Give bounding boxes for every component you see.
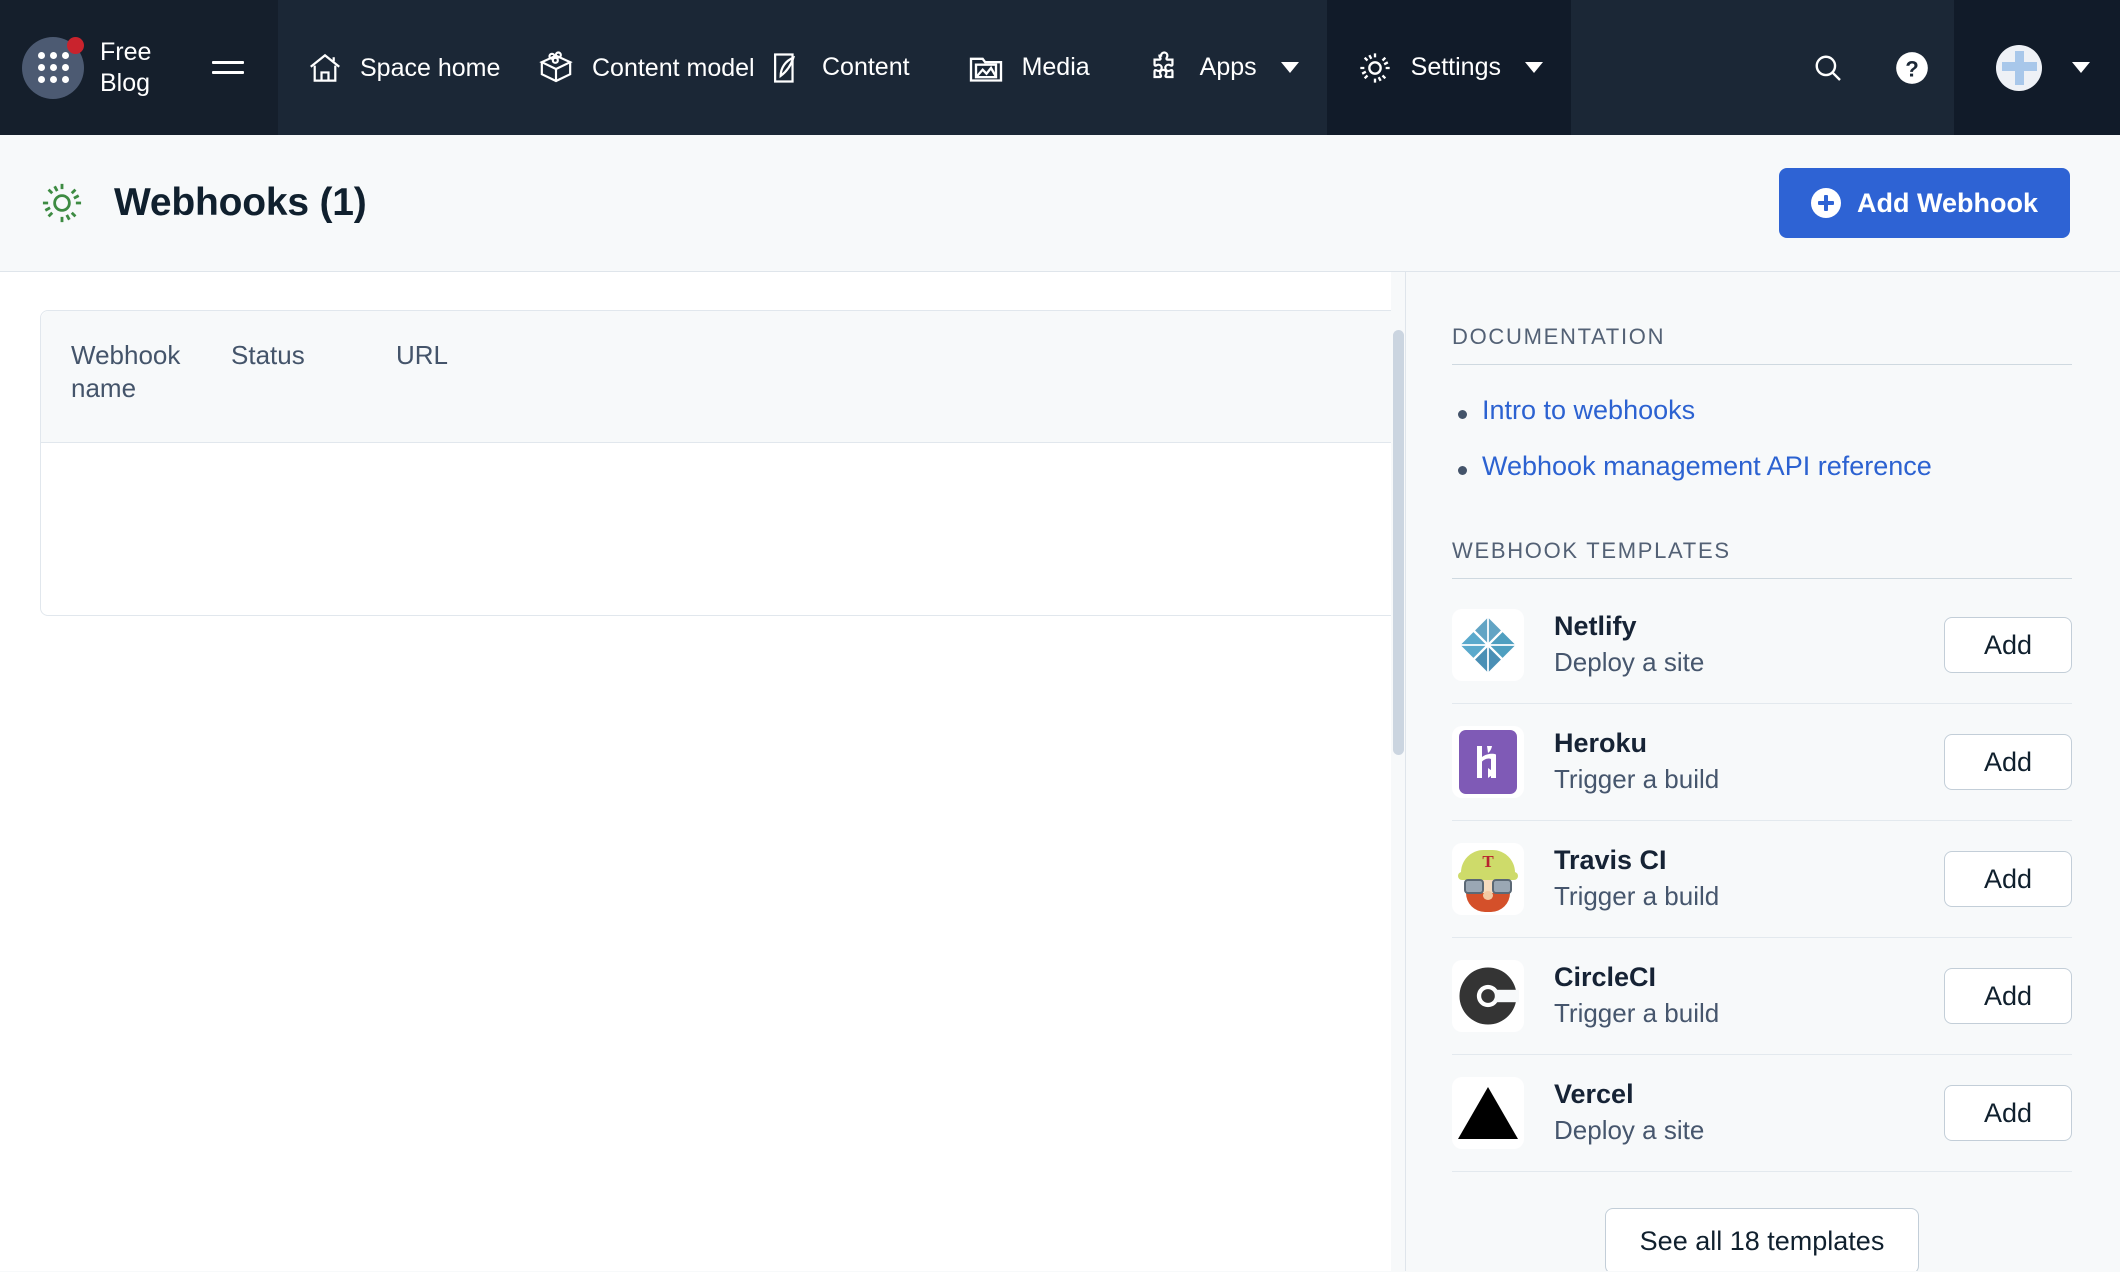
page-title: Webhooks (1): [114, 181, 367, 224]
webhook-templates-heading: WEBHOOK TEMPLATES: [1452, 538, 2072, 579]
nav-label: Media: [1021, 53, 1090, 81]
template-text: Vercel Deploy a site: [1554, 1078, 1944, 1148]
template-name: Netlify: [1554, 611, 1637, 642]
add-template-vercel-button[interactable]: Add: [1944, 1085, 2072, 1141]
template-name: CircleCI: [1554, 962, 1657, 993]
nav-label: Settings: [1410, 53, 1501, 81]
template-text: Netlify Deploy a site: [1554, 610, 1944, 680]
page-header: Webhooks (1) Add Webhook: [0, 135, 2120, 272]
nav-item-apps[interactable]: Apps: [1118, 0, 1327, 135]
nav-item-content[interactable]: Content: [740, 0, 938, 135]
list-item: Intro to webhooks: [1458, 395, 2072, 426]
template-row-circleci: CircleCI Trigger a build Add: [1452, 938, 2072, 1055]
right-sidebar: DOCUMENTATION Intro to webhooks Webhook …: [1405, 272, 2120, 1271]
netlify-logo: [1452, 609, 1524, 681]
list-item: Webhook management API reference: [1458, 451, 2072, 482]
main-scrollbar-track[interactable]: [1391, 272, 1405, 1271]
help-question-icon[interactable]: ?: [1870, 0, 1954, 135]
main-scrollbar-thumb[interactable]: [1393, 330, 1404, 755]
heroku-logo: [1452, 726, 1524, 798]
grid-apps-icon: [37, 52, 69, 83]
webhook-templates-list: Netlify Deploy a site Add Heroku Trigger…: [1452, 587, 2072, 1172]
template-desc: Trigger a build: [1554, 997, 1720, 1028]
content-model-icon: [536, 48, 576, 88]
template-desc: Deploy a site: [1554, 646, 1705, 677]
body-split: Webhook name Status URL DOCUMENTATION In…: [0, 272, 2120, 1271]
plus-circle-icon: [1811, 188, 1842, 218]
nav-label: Apps: [1199, 53, 1257, 81]
app-switcher-button[interactable]: [22, 36, 84, 99]
gear-icon: [1355, 48, 1395, 88]
add-template-circleci-button[interactable]: Add: [1944, 968, 2072, 1024]
template-name: Travis CI: [1554, 845, 1667, 876]
add-template-netlify-button[interactable]: Add: [1944, 617, 2072, 673]
see-all-templates-wrap: See all 18 templates: [1452, 1208, 2072, 1271]
svg-text:?: ?: [1905, 56, 1919, 81]
user-avatar[interactable]: [1996, 44, 2042, 91]
template-desc: Trigger a build: [1554, 880, 1720, 911]
doc-link-intro-to-webhooks[interactable]: Intro to webhooks: [1482, 395, 1695, 425]
nav-label: Content model: [592, 53, 755, 82]
template-row-netlify: Netlify Deploy a site Add: [1452, 587, 2072, 704]
space-switcher-zone: Free Blog: [0, 0, 278, 135]
notification-badge: [67, 36, 84, 54]
media-image-icon: [966, 48, 1006, 88]
column-header-url: URL: [396, 340, 449, 370]
nav-label: Content: [822, 53, 910, 81]
nav-items: Space home Content model Content Media A…: [278, 0, 1786, 135]
template-row-heroku: Heroku Trigger a build Add: [1452, 704, 2072, 821]
table-header-row: Webhook name Status URL: [41, 311, 1405, 443]
search-icon[interactable]: [1786, 0, 1870, 135]
add-webhook-button[interactable]: Add Webhook: [1779, 168, 2070, 238]
documentation-links: Intro to webhooks Webhook management API…: [1452, 395, 2072, 482]
circleci-logo: [1452, 960, 1524, 1032]
webhooks-main-area: Webhook name Status URL: [0, 272, 1405, 1271]
column-header-webhook-name: Webhook name: [71, 340, 181, 404]
content-pen-icon: [768, 49, 806, 87]
space-name-label: Free Blog: [100, 37, 152, 97]
vercel-logo: [1452, 1077, 1524, 1149]
chevron-down-icon: [2072, 62, 2090, 73]
gear-icon: [36, 177, 88, 229]
see-all-templates-button[interactable]: See all 18 templates: [1604, 1208, 1920, 1271]
nav-right-tools: ?: [1786, 0, 2120, 135]
nav-item-settings[interactable]: Settings: [1326, 0, 1571, 135]
chevron-down-icon: [1280, 62, 1299, 73]
column-header-status: Status: [231, 340, 305, 370]
table-body: [41, 442, 1405, 615]
template-name: Heroku: [1554, 728, 1648, 759]
template-text: Travis CI Trigger a build: [1554, 844, 1944, 914]
top-navigation-bar: Free Blog Space home Content model Conte…: [0, 0, 2120, 135]
add-webhook-label: Add Webhook: [1857, 187, 2038, 218]
nav-item-media[interactable]: Media: [938, 0, 1118, 135]
webhooks-table: Webhook name Status URL: [40, 310, 1405, 616]
add-template-heroku-button[interactable]: Add: [1944, 734, 2072, 790]
template-name: Vercel: [1554, 1079, 1634, 1110]
template-text: Heroku Trigger a build: [1554, 727, 1944, 797]
doc-link-webhook-management-api-reference[interactable]: Webhook management API reference: [1482, 451, 1932, 481]
puzzle-icon: [1146, 49, 1184, 87]
chevron-down-icon: [1524, 62, 1543, 73]
menu-icon[interactable]: [212, 52, 244, 84]
home-icon: [306, 49, 344, 87]
nav-label: Space home: [360, 53, 501, 82]
account-menu[interactable]: [1954, 0, 2120, 135]
nav-item-space-home[interactable]: Space home: [278, 0, 508, 135]
add-template-travis-ci-button[interactable]: Add: [1944, 851, 2072, 907]
nav-item-content-model[interactable]: Content model: [508, 0, 755, 135]
template-desc: Deploy a site: [1554, 1114, 1705, 1145]
template-desc: Trigger a build: [1554, 763, 1720, 794]
page-title-wrap: Webhooks (1): [36, 177, 367, 229]
template-row-vercel: Vercel Deploy a site Add: [1452, 1055, 2072, 1172]
travisci-logo: T: [1452, 843, 1524, 915]
template-row-travis-ci: T Travis CI Trigger a build Add: [1452, 821, 2072, 938]
documentation-heading: DOCUMENTATION: [1452, 324, 2072, 365]
template-text: CircleCI Trigger a build: [1554, 961, 1944, 1031]
